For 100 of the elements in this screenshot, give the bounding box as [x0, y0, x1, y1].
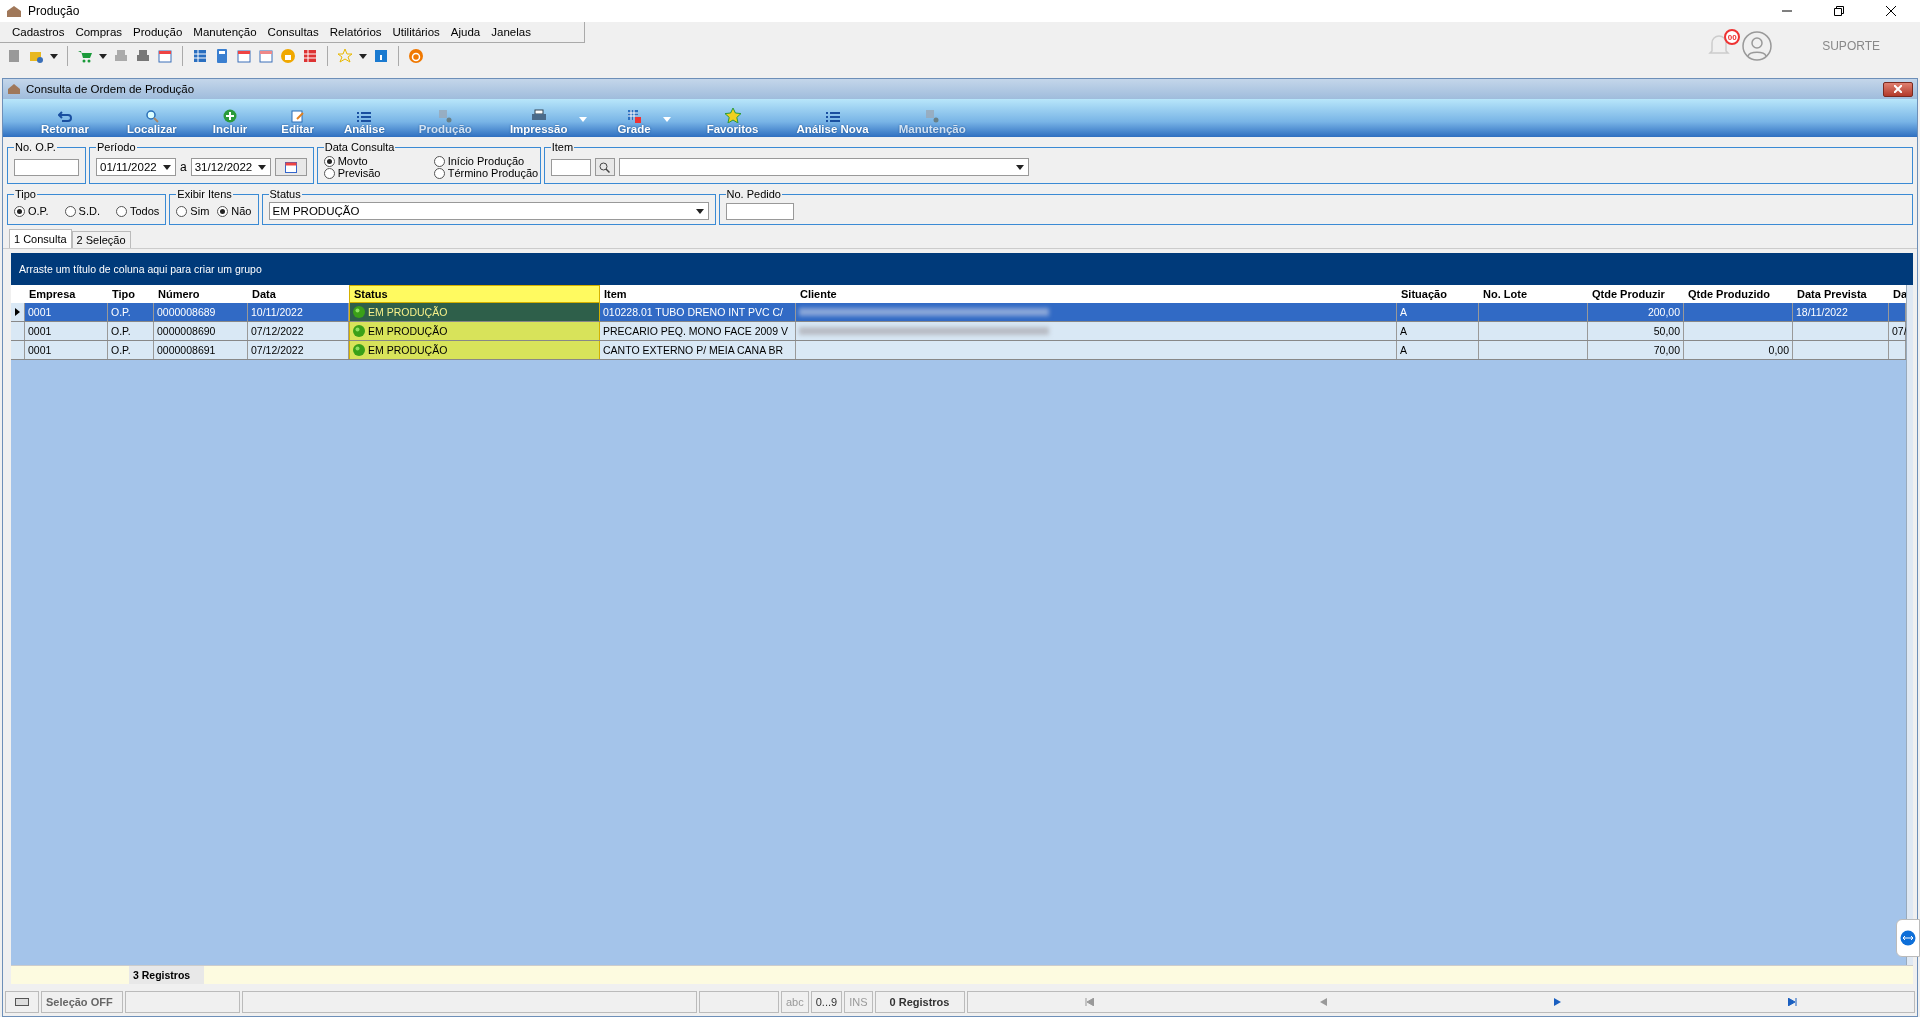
calendar-icon[interactable] — [258, 48, 274, 64]
next-record-button[interactable] — [1554, 998, 1562, 1006]
return-arrow-icon — [57, 111, 72, 123]
radio-button[interactable] — [64, 205, 76, 217]
tab[interactable]: 1 Consulta — [9, 229, 72, 248]
keyboard-icon — [5, 991, 39, 1013]
scrollbar[interactable] — [1906, 285, 1913, 965]
close-button[interactable] — [1883, 81, 1913, 97]
radio-label[interactable]: Término Produção — [447, 167, 539, 179]
table-cell: O.P. — [108, 303, 154, 321]
menu-item[interactable]: Janelas — [491, 26, 531, 38]
dropdown-arrow-icon[interactable] — [359, 53, 367, 59]
group-label: Data Consulta — [323, 141, 396, 153]
dropdown-arrow-icon[interactable] — [99, 53, 107, 59]
radio-label[interactable]: Previsão — [337, 167, 381, 179]
status-dot-icon — [353, 306, 365, 318]
radio-label[interactable]: Movto — [337, 155, 368, 167]
status-dropdown[interactable]: EM PRODUÇÃO — [268, 202, 709, 220]
printer-icon[interactable] — [135, 48, 151, 64]
dropdown-arrow-icon[interactable] — [163, 164, 171, 170]
table-cell: 200,00 — [1588, 303, 1684, 321]
menu-item[interactable]: Ajuda — [450, 26, 481, 38]
caps-indicator: abc — [781, 991, 809, 1013]
document-icon[interactable] — [6, 48, 22, 64]
radio-button[interactable] — [14, 205, 25, 217]
side-tab[interactable] — [1896, 919, 1920, 957]
radio-label[interactable]: Não — [231, 205, 252, 217]
group-label: Período — [96, 141, 137, 153]
search-icon — [599, 161, 611, 173]
calendar-icon — [284, 161, 297, 173]
num-indicator: 0...9 — [810, 991, 843, 1013]
notification-count: 00 — [1724, 29, 1741, 45]
table-cell: A — [1397, 341, 1479, 359]
order-number-field[interactable] — [725, 202, 794, 220]
table-cell: 0000008690 — [154, 322, 248, 340]
dropdown-arrow-icon[interactable] — [50, 53, 58, 59]
record-count: 3 Registros — [129, 966, 204, 984]
info-icon[interactable] — [373, 48, 389, 64]
status-dot-icon — [353, 344, 365, 356]
table-cell: 0000008689 — [154, 303, 248, 321]
row-indicator[interactable] — [11, 303, 25, 321]
menu-item[interactable]: Relatórios — [329, 26, 382, 38]
menu-item[interactable]: Compras — [75, 26, 123, 38]
star-icon[interactable] — [337, 48, 353, 64]
radio-label[interactable]: Início Produção — [447, 155, 525, 167]
table-cell — [1889, 341, 1906, 359]
item-code-field[interactable] — [550, 158, 591, 176]
dropdown-arrow-icon[interactable] — [695, 208, 704, 214]
radio-label[interactable]: O.P. — [28, 205, 49, 217]
calculator-icon[interactable] — [214, 48, 230, 64]
date-from-field[interactable]: 01/11/2022 — [96, 158, 176, 176]
table-cell: A — [1397, 322, 1479, 340]
menu-item[interactable]: Produção — [133, 26, 183, 38]
dropdown-arrow-icon[interactable] — [1015, 164, 1024, 170]
table-cell: 0001 — [25, 303, 108, 321]
list-icon — [357, 111, 372, 123]
radio-button[interactable] — [116, 205, 127, 217]
order-number-field[interactable] — [14, 158, 79, 176]
radio-button[interactable] — [323, 167, 335, 179]
window-title: Produção — [28, 4, 81, 18]
arrows-icon — [1900, 930, 1916, 946]
user-avatar-icon[interactable] — [1742, 31, 1773, 61]
table-cell: PRECARIO PEQ. MONO FACE 2009 V — [600, 322, 796, 340]
column-header[interactable]: Status — [349, 285, 600, 303]
table-cell: A — [1397, 303, 1479, 321]
table-icon[interactable] — [192, 48, 208, 64]
menu-item[interactable]: Utilitários — [392, 26, 440, 38]
range-separator: a — [180, 160, 187, 174]
radio-button[interactable] — [217, 205, 229, 217]
list-icon — [825, 111, 840, 123]
first-record-button[interactable] — [1084, 998, 1094, 1006]
radio-button[interactable] — [176, 205, 188, 217]
table-cell: 010228.01 TUBO DRENO INT PVC C/ — [600, 303, 796, 321]
table-cell — [1889, 303, 1906, 321]
table-icon[interactable] — [302, 48, 318, 64]
power-icon[interactable] — [408, 48, 424, 64]
radio-label[interactable]: Todos — [130, 205, 160, 217]
cart-icon[interactable] — [77, 48, 93, 64]
calendar-icon[interactable] — [236, 48, 252, 64]
menu-item[interactable]: Manutenção — [193, 26, 257, 38]
radio-label[interactable]: S.D. — [78, 205, 100, 217]
menu-item[interactable]: Cadastros — [12, 26, 65, 38]
menu-item[interactable]: Consultas — [267, 26, 319, 38]
calendar-button[interactable] — [274, 158, 307, 176]
radio-button[interactable] — [433, 167, 445, 179]
table-cell: 0,00 — [1684, 341, 1793, 359]
previous-record-button[interactable] — [1320, 998, 1328, 1006]
close-icon — [1894, 85, 1902, 93]
search-button[interactable] — [594, 158, 615, 176]
table-cell: 0000008691 — [154, 341, 248, 359]
radio-button[interactable] — [433, 155, 445, 167]
radio-button[interactable] — [323, 155, 335, 167]
calendar-icon[interactable] — [157, 48, 173, 64]
status-cell: EM PRODUÇÃO — [349, 341, 600, 359]
last-record-button[interactable] — [1787, 998, 1797, 1006]
dropdown-arrow-icon[interactable] — [257, 164, 266, 170]
group-label: Tipo — [14, 188, 37, 200]
radio-label[interactable]: Sim — [190, 205, 210, 217]
date-to-field[interactable]: 31/12/2022 — [190, 158, 271, 176]
tab[interactable]: 2 Seleção — [71, 231, 131, 248]
